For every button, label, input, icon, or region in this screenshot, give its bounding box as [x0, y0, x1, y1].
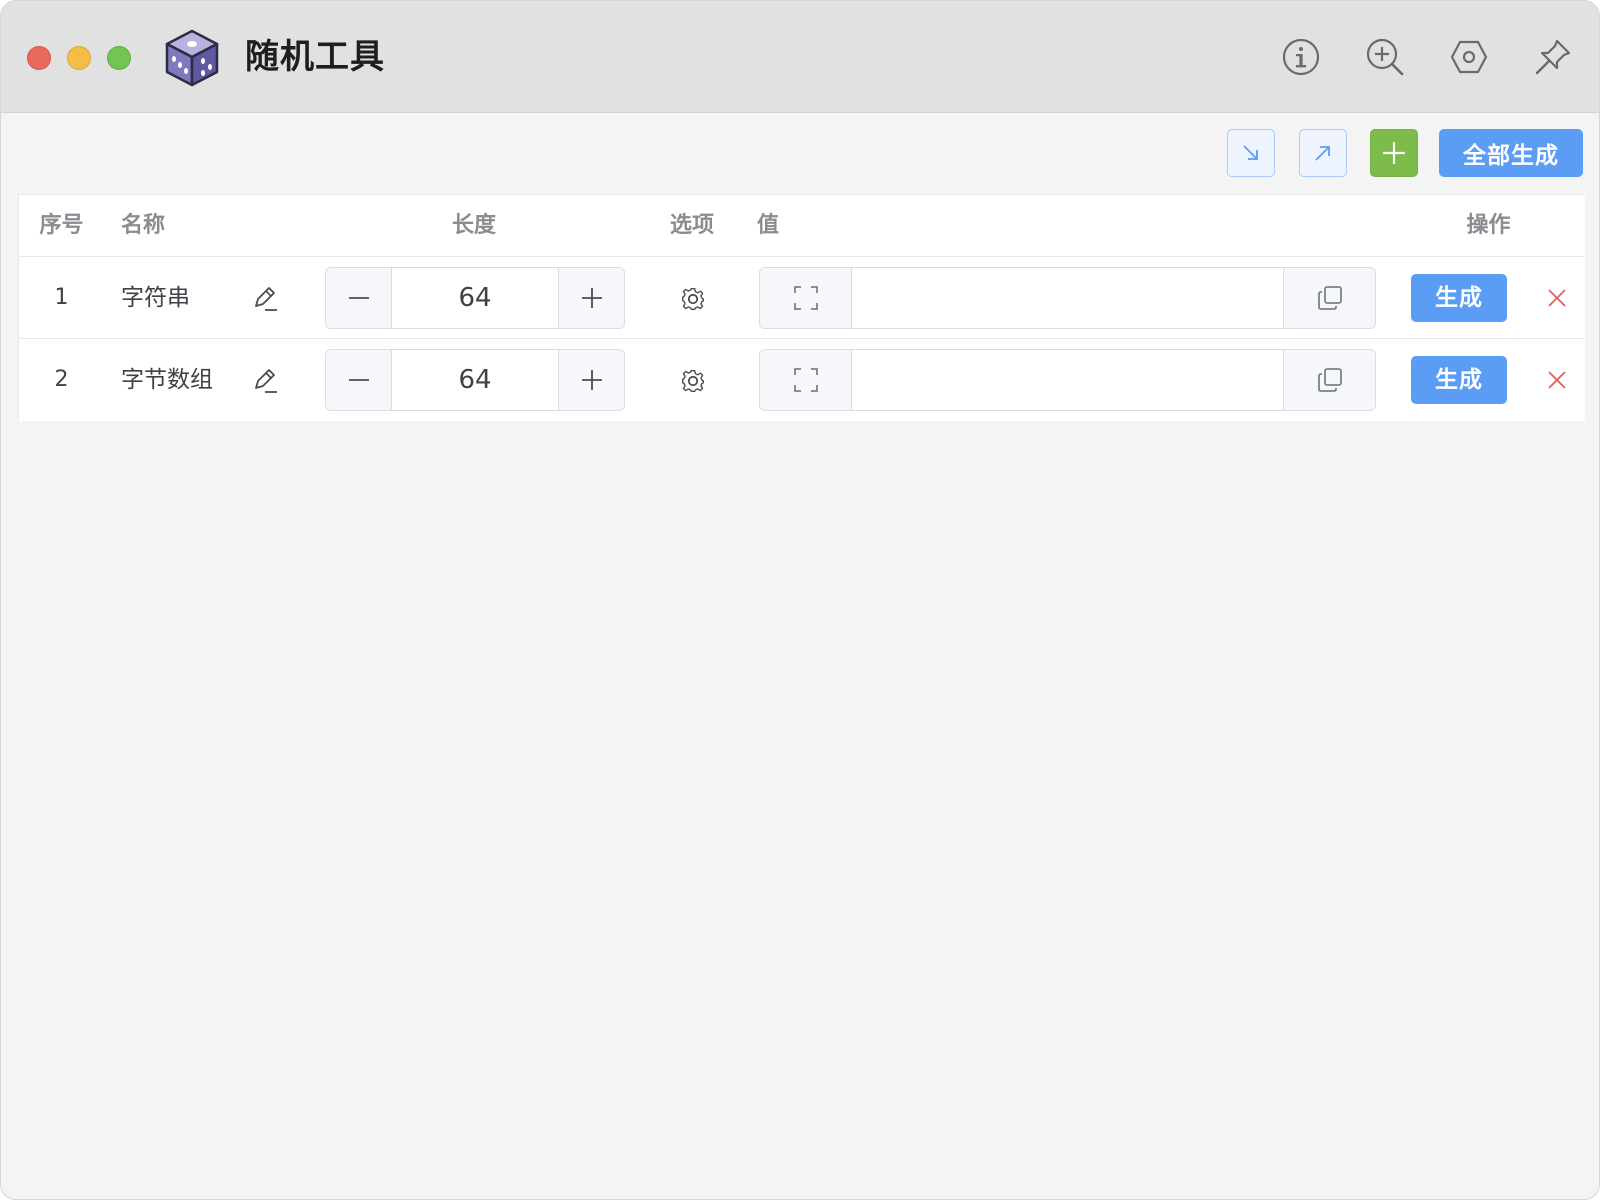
decrease-length-button[interactable] [326, 268, 392, 328]
add-row-button[interactable] [1370, 129, 1418, 177]
length-value[interactable]: 64 [392, 350, 558, 410]
maximize-window-button[interactable] [107, 46, 131, 70]
delete-row-icon[interactable] [1543, 366, 1571, 394]
header-value: 值 [757, 213, 780, 238]
plus-icon [581, 370, 602, 390]
fullscreen-icon[interactable] [760, 268, 852, 328]
header-name: 名称 [121, 213, 166, 238]
table-row: 2 字节数组 64 生成 [19, 339, 1585, 421]
arrow-down-right-icon [1243, 145, 1258, 160]
header-actions: 操作 [1466, 213, 1511, 238]
header-length: 长度 [451, 213, 496, 238]
app-title: 随机工具 [245, 37, 385, 77]
decrease-length-button[interactable] [326, 350, 392, 410]
pin-icon[interactable] [1533, 37, 1573, 77]
gear-icon[interactable] [677, 365, 709, 397]
increase-length-button[interactable] [558, 350, 624, 410]
length-stepper: 64 [325, 267, 625, 329]
row-name: 字节数组 [121, 367, 213, 393]
row-index: 2 [54, 367, 69, 392]
info-icon[interactable] [1281, 37, 1321, 77]
edit-name-icon[interactable] [249, 364, 281, 396]
arrow-up-right-icon [1315, 146, 1330, 161]
collapse-all-button[interactable] [1227, 129, 1275, 177]
minimize-window-button[interactable] [67, 46, 91, 70]
generate-button[interactable]: 生成 [1411, 356, 1507, 404]
length-value[interactable]: 64 [392, 268, 558, 328]
expand-all-button[interactable] [1299, 129, 1347, 177]
minus-icon [348, 297, 369, 299]
value-field [759, 267, 1376, 329]
edit-name-icon[interactable] [249, 282, 281, 314]
value-input[interactable] [852, 350, 1285, 410]
gear-icon[interactable] [677, 283, 709, 315]
minus-icon [348, 379, 369, 381]
dice-logo-icon [165, 29, 219, 87]
close-window-button[interactable] [27, 46, 51, 70]
value-field [759, 349, 1376, 411]
copy-icon[interactable] [1283, 268, 1375, 328]
plus-icon [1383, 142, 1405, 164]
table-header: 序号 名称 长度 选项 值 操作 [19, 195, 1585, 257]
row-index: 1 [54, 285, 69, 310]
delete-row-icon[interactable] [1543, 284, 1571, 312]
copy-icon[interactable] [1283, 350, 1375, 410]
header-options: 选项 [669, 213, 714, 238]
hexagon-settings-icon[interactable] [1449, 37, 1489, 77]
row-name: 字符串 [121, 285, 190, 311]
fullscreen-icon[interactable] [760, 350, 852, 410]
title-bar: 随机工具 [1, 1, 1599, 113]
increase-length-button[interactable] [558, 268, 624, 328]
zoom-in-icon[interactable] [1365, 37, 1405, 77]
header-index: 序号 [39, 213, 84, 238]
generate-button[interactable]: 生成 [1411, 274, 1507, 322]
length-stepper: 64 [325, 349, 625, 411]
generator-table: 序号 名称 长度 选项 值 操作 1 字符串 64 生成 2 字节数组 64 生… [18, 194, 1585, 421]
generate-all-button[interactable]: 全部生成 [1439, 129, 1583, 177]
value-input[interactable] [852, 268, 1285, 328]
app-window: 随机工具 全部生成 序号 名称 长度 选项 值 操作 1 字符串 64 生成 2… [0, 0, 1600, 1200]
plus-icon [581, 288, 602, 308]
table-row: 1 字符串 64 生成 [19, 257, 1585, 339]
